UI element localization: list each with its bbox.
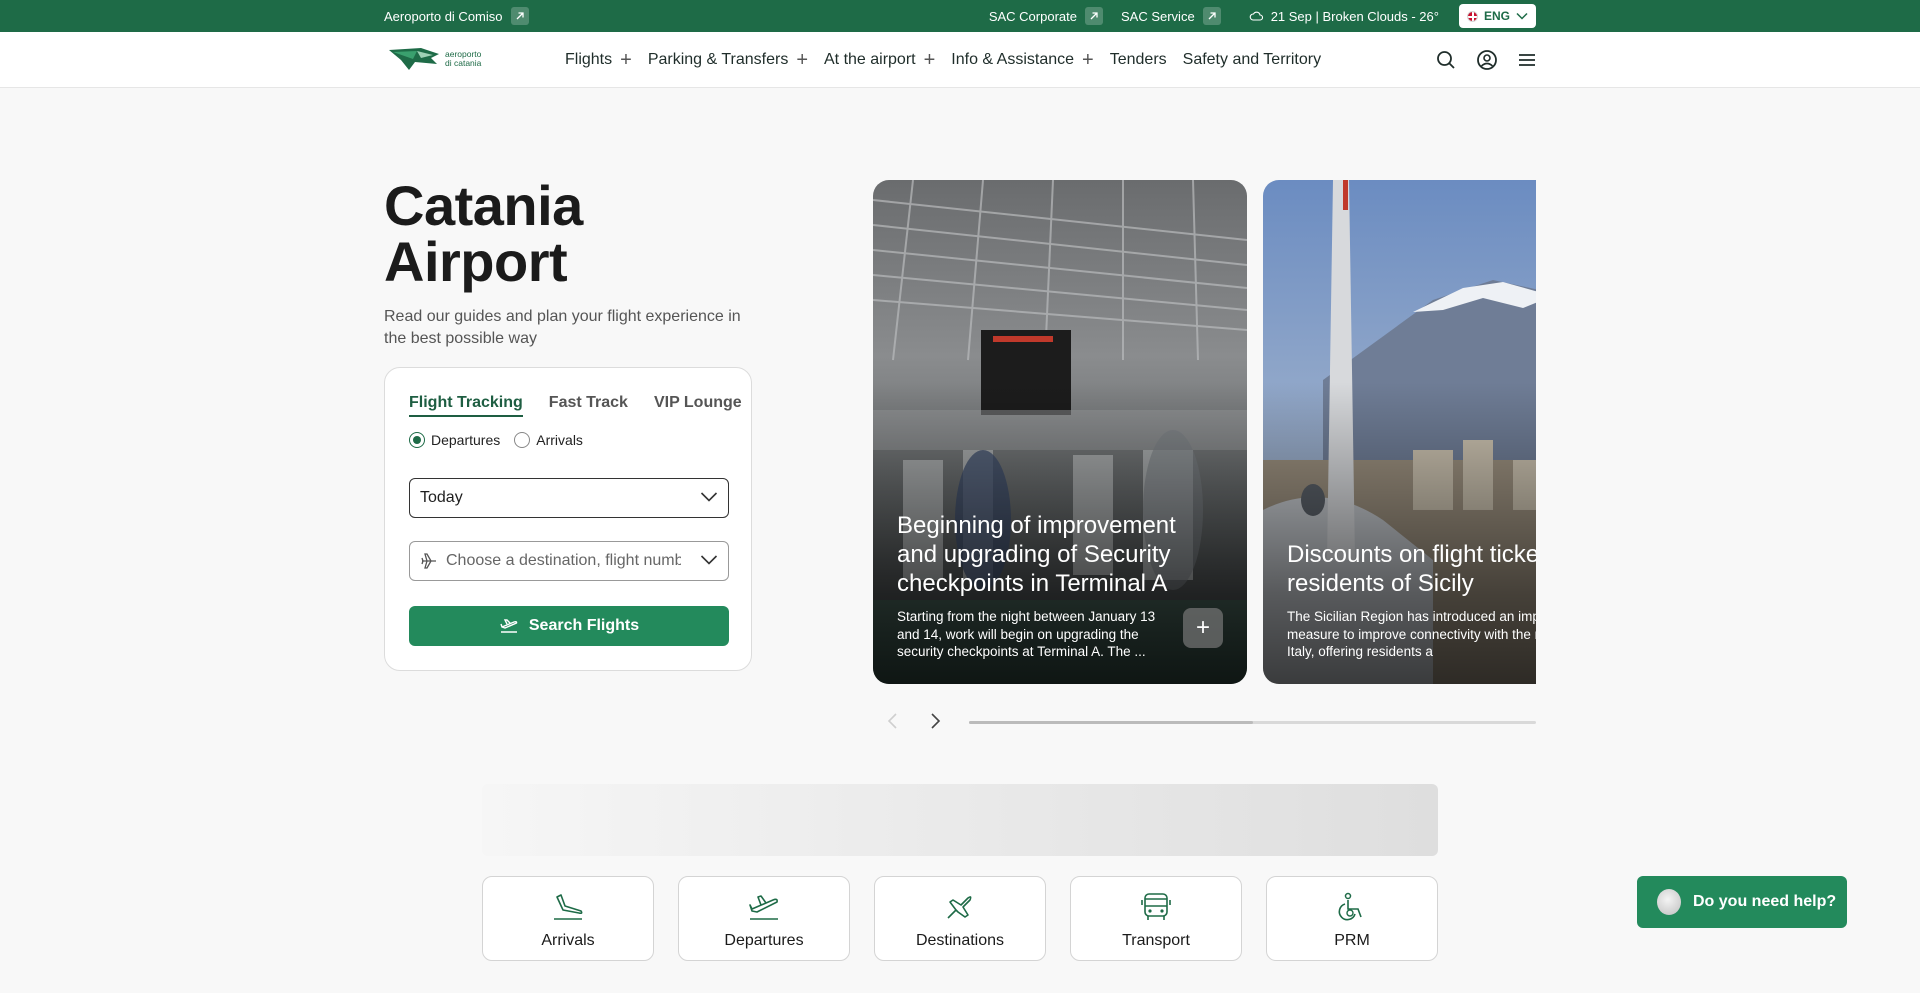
- wheelchair-icon: [1338, 892, 1362, 921]
- quick-link-prm[interactable]: PRM: [1266, 876, 1438, 961]
- hamburger-menu-icon[interactable]: [1518, 53, 1536, 67]
- tab-vip-lounge[interactable]: VIP Lounge: [654, 394, 742, 417]
- assistant-avatar-icon: [1657, 889, 1681, 915]
- top-bar: Aeroporto di Comiso SAC Corporate SAC Se…: [0, 0, 1920, 32]
- news-card-title: Beginning of improvement and upgrading o…: [897, 512, 1176, 597]
- quick-link-destinations[interactable]: Destinations: [874, 876, 1046, 961]
- departures-icon: [500, 619, 518, 633]
- plane-icon: [421, 553, 436, 569]
- chevron-down-icon: [700, 492, 718, 502]
- main-nav: aeroporto di catania Flights + Parking &…: [0, 32, 1920, 88]
- date-select[interactable]: Today: [409, 478, 729, 518]
- radio-arrivals[interactable]: Arrivals: [514, 432, 583, 448]
- plus-icon: +: [923, 49, 936, 71]
- page-title-line2: Airport: [384, 230, 568, 293]
- sac-corporate-link[interactable]: SAC Corporate: [989, 7, 1103, 25]
- date-select-value: Today: [420, 489, 463, 506]
- carousel-progress-fill: [969, 721, 1253, 724]
- sac-service-label: SAC Service: [1120, 8, 1195, 24]
- nav-parking-label: Parking & Transfers: [647, 51, 789, 68]
- news-card-desc: Starting from the night between January …: [897, 609, 1156, 659]
- weather-text: 21 Sep | Broken Clouds - 26°: [1270, 8, 1439, 24]
- bus-icon: [1141, 893, 1171, 920]
- promo-banner[interactable]: [482, 784, 1438, 856]
- sac-service-link[interactable]: SAC Service: [1121, 7, 1221, 25]
- quick-link-label: Arrivals: [541, 932, 595, 949]
- destination-field[interactable]: [409, 541, 729, 581]
- plane-icon: [947, 896, 972, 919]
- plus-icon[interactable]: +: [1183, 608, 1223, 648]
- sac-corporate-label: SAC Corporate: [988, 8, 1077, 24]
- radio-arrivals-label: Arrivals: [536, 432, 583, 448]
- help-button-label: Do you need help?: [1693, 893, 1837, 910]
- comiso-link-label: Aeroporto di Comiso: [384, 8, 503, 24]
- nav-flights-label: Flights: [565, 51, 613, 68]
- logo[interactable]: aeroporto di catania: [387, 42, 481, 76]
- tab-flight-tracking[interactable]: Flight Tracking: [409, 394, 523, 417]
- nav-safety-territory[interactable]: Safety and Territory: [1183, 51, 1321, 69]
- cloud-icon: [1249, 11, 1263, 21]
- radio-departures-label: Departures: [431, 432, 501, 448]
- arrivals-icon: [554, 894, 583, 920]
- uk-flag-icon: [1466, 10, 1478, 22]
- help-button[interactable]: Do you need help?: [1637, 876, 1847, 928]
- quick-link-departures[interactable]: Departures: [678, 876, 850, 961]
- carousel-progress: [969, 721, 1536, 724]
- destination-input[interactable]: [446, 552, 681, 570]
- search-flights-label: Search Flights: [528, 617, 640, 634]
- tab-fast-track[interactable]: Fast Track: [549, 394, 628, 417]
- search-icon[interactable]: [1436, 50, 1456, 70]
- chevron-down-icon: [1516, 12, 1528, 20]
- nav-info-label: Info & Assistance: [951, 51, 1075, 68]
- quick-link-arrivals[interactable]: Arrivals: [482, 876, 654, 961]
- nav-tenders-label: Tenders: [1109, 51, 1167, 68]
- external-link-icon: [1084, 7, 1103, 25]
- quick-link-label: Transport: [1122, 932, 1190, 949]
- nav-info-assistance[interactable]: Info & Assistance +: [951, 50, 1093, 70]
- language-selector[interactable]: ENG: [1458, 4, 1536, 28]
- nav-parking-transfers[interactable]: Parking & Transfers +: [648, 50, 808, 70]
- nav-safety-label: Safety and Territory: [1182, 51, 1322, 68]
- news-card-desc: The Sicilian Region has introduced an im…: [1287, 609, 1536, 659]
- quick-link-label: Departures: [724, 932, 804, 949]
- news-card[interactable]: Discounts on flight tickets for resident…: [1263, 180, 1536, 684]
- logo-line2: di catania: [445, 58, 482, 68]
- plus-icon: +: [620, 49, 632, 71]
- quick-links: Arrivals Departures Destinations Transpo…: [482, 876, 1438, 961]
- radio-departures-dot[interactable]: [409, 432, 425, 448]
- quick-link-label: Destinations: [915, 932, 1005, 949]
- external-link-icon: [510, 7, 529, 25]
- weather-info: 21 Sep | Broken Clouds - 26°: [1249, 9, 1439, 24]
- departures-icon: [749, 895, 778, 920]
- news-card[interactable]: Beginning of improvement and upgrading o…: [873, 180, 1247, 684]
- nav-airport-label: At the airport: [824, 51, 916, 68]
- language-label: ENG: [1483, 9, 1510, 23]
- plus-icon: +: [1082, 49, 1094, 71]
- flight-search-panel: Flight Tracking Fast Track VIP Lounge De…: [384, 367, 752, 671]
- news-card-title: Discounts on flight tickets for resident…: [1287, 541, 1536, 597]
- quick-link-label: PRM: [1334, 932, 1370, 949]
- plus-icon: +: [796, 49, 808, 71]
- radio-arrivals-dot[interactable]: [514, 432, 531, 448]
- nav-at-the-airport[interactable]: At the airport +: [824, 50, 935, 70]
- page-title-line1: Catania: [384, 174, 583, 237]
- logo-mark: [389, 48, 439, 70]
- chevron-right-icon[interactable]: [925, 711, 945, 731]
- comiso-link[interactable]: Aeroporto di Comiso: [384, 7, 529, 25]
- search-flights-button[interactable]: Search Flights: [409, 606, 729, 646]
- chevron-down-icon: [700, 555, 718, 565]
- page-title: Catania Airport: [384, 178, 583, 290]
- news-carousel: Beginning of improvement and upgrading o…: [873, 180, 1536, 684]
- nav-tenders[interactable]: Tenders: [1110, 51, 1167, 69]
- user-icon[interactable]: [1476, 49, 1498, 71]
- quick-link-transport[interactable]: Transport: [1070, 876, 1242, 961]
- carousel-controls: [873, 706, 1536, 736]
- chevron-left-icon[interactable]: [883, 711, 903, 731]
- nav-flights[interactable]: Flights +: [565, 50, 632, 70]
- external-link-icon: [1202, 7, 1221, 25]
- radio-departures[interactable]: Departures: [409, 432, 500, 448]
- hero-subtitle: Read our guides and plan your flight exp…: [384, 308, 741, 347]
